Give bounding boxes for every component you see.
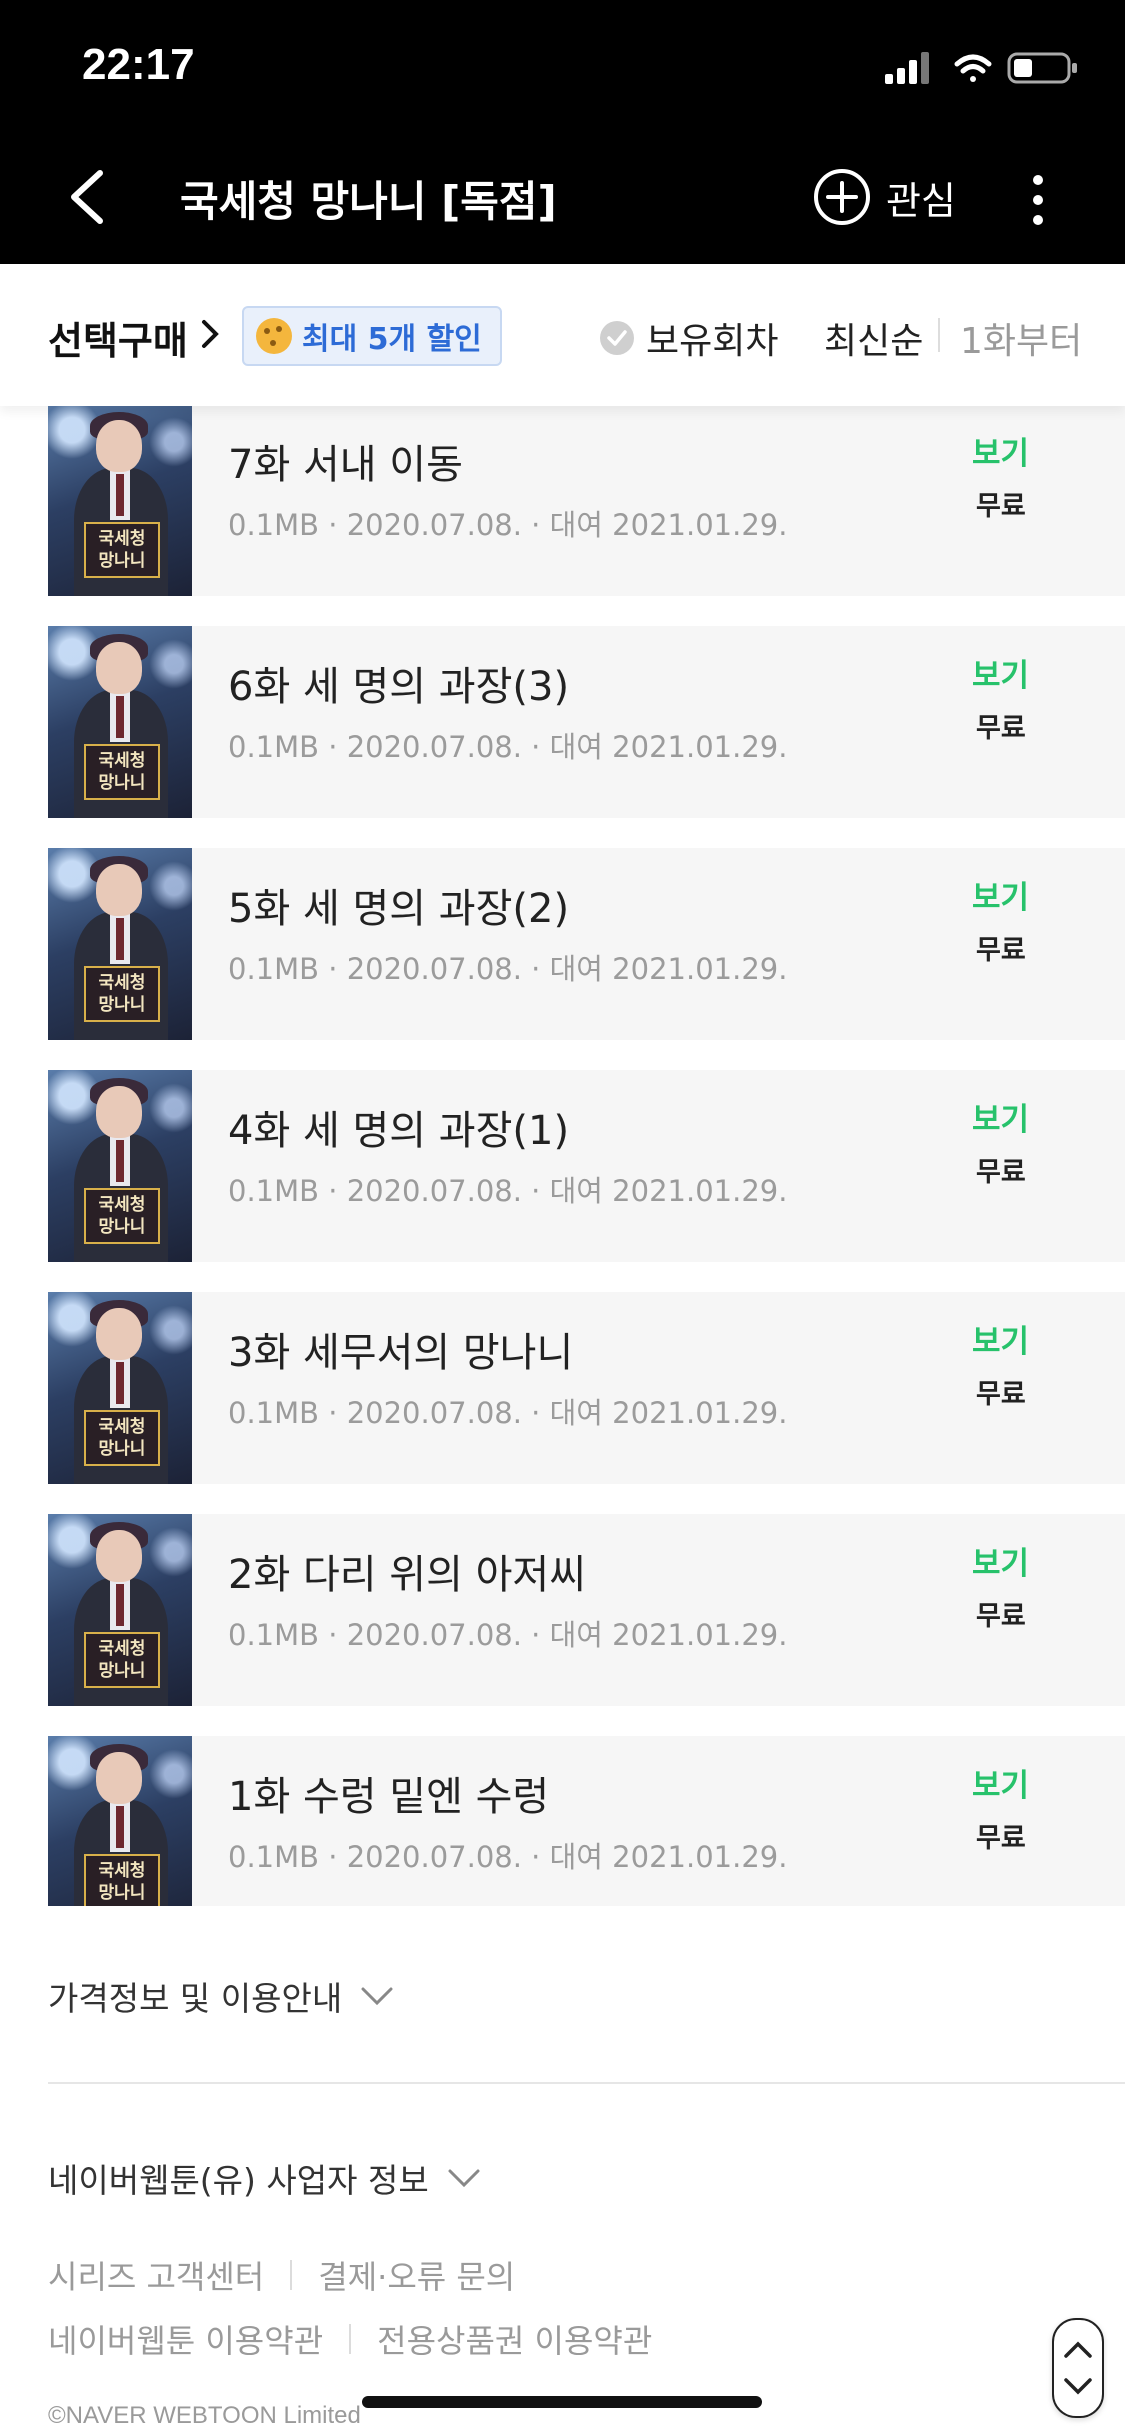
scroll-top-bottom-button[interactable] [1052,2318,1104,2418]
episode-thumbnail: 국세청 망나니 [48,406,192,596]
price-label: 무료 [976,1157,1026,1188]
episode-thumbnail: 국세청 망나니 [48,1070,192,1262]
episode-toolbar: 선택구매 최대 5개 할인 보유회차 최신순 1화부터 [0,264,1125,406]
wifi-icon [954,54,992,82]
view-button[interactable]: 보기 [972,872,1029,917]
link-divider [290,2260,293,2290]
episode-meta: 0.1MB · 2020.07.08. · 대여 2021.01.29. [228,1396,788,1430]
favorite-label: 관심 [886,178,956,223]
sort-latest-button[interactable]: 최신순 [824,312,923,364]
episode-thumbnail: 국세청 망나니 [48,1736,192,1906]
voucher-terms-link[interactable]: 전용상품권 이용약관 [377,2316,652,2362]
episode-row[interactable]: 국세청 망나니 4화 세 명의 과장(1) 0.1MB · 2020.07.08… [48,1070,1125,1262]
price-label: 무료 [976,935,1026,966]
price-label: 무료 [976,1601,1026,1632]
thumbnail-title: 국세청 망나니 [84,744,160,800]
episode-thumbnail: 국세청 망나니 [48,848,192,1040]
status-time: 22:17 [82,40,195,89]
plus-circle-icon [814,169,870,225]
episode-row[interactable]: 국세청 망나니 2화 다리 위의 아저씨 0.1MB · 2020.07.08.… [48,1514,1125,1706]
episode-row[interactable]: 국세청 망나니 5화 세 명의 과장(2) 0.1MB · 2020.07.08… [48,848,1125,1040]
footer-links-row: 시리즈 고객센터 결제·오류 문의 [48,2252,515,2298]
episode-title: 6화 세 명의 과장(3) [228,664,570,710]
terms-link[interactable]: 네이버웹툰 이용약관 [48,2316,323,2362]
episode-title: 7화 서내 이동 [228,442,463,488]
owned-filter-toggle[interactable]: 보유회차 [600,312,778,364]
view-button[interactable]: 보기 [972,1538,1029,1583]
payment-inquiry-link[interactable]: 결제·오류 문의 [318,2252,515,2298]
business-info-label: 네이버웹툰(유) 사업자 정보 [48,2161,429,2200]
chevron-right-icon [202,320,219,348]
price-info-toggle[interactable]: 가격정보 및 이용안내 [48,1972,394,2020]
signal-icon [885,52,929,84]
cookie-icon [256,318,292,354]
discount-badge[interactable]: 최대 5개 할인 [242,306,502,366]
link-divider [349,2324,352,2354]
episode-row[interactable]: 국세청 망나니 1화 수렁 밑엔 수렁 0.1MB · 2020.07.08. … [48,1736,1125,1906]
select-buy-button[interactable]: 선택구매 [48,310,188,365]
owned-filter-label: 보유회차 [646,321,779,362]
customer-center-link[interactable]: 시리즈 고객센터 [48,2252,264,2298]
top-bar: 22:17 국세청 망나니 [독점] 관심 [0,0,1125,264]
chevron-down-icon [448,2169,480,2188]
episode-list: 국세청 망나니 7화 서내 이동 0.1MB · 2020.07.08. · 대… [48,406,1125,1906]
thumbnail-title: 국세청 망나니 [84,1410,160,1466]
footer-links-row: 네이버웹툰 이용약관 전용상품권 이용약관 [48,2316,652,2362]
battery-icon [1007,52,1077,84]
episode-meta: 0.1MB · 2020.07.08. · 대여 2021.01.29. [228,1618,788,1652]
business-info-toggle[interactable]: 네이버웹툰(유) 사업자 정보 [48,2154,481,2202]
view-button[interactable]: 보기 [972,1094,1029,1139]
discount-label: 최대 5개 할인 [302,322,482,357]
home-indicator [362,2396,762,2408]
thumbnail-title: 국세청 망나니 [84,966,160,1022]
episode-title: 3화 세무서의 망나니 [228,1330,574,1376]
view-button[interactable]: 보기 [972,650,1029,695]
episode-title: 2화 다리 위의 아저씨 [228,1552,586,1598]
episode-row[interactable]: 국세청 망나니 3화 세무서의 망나니 0.1MB · 2020.07.08. … [48,1292,1125,1484]
episode-thumbnail: 국세청 망나니 [48,1292,192,1484]
back-arrow-icon [71,170,103,224]
price-info-label: 가격정보 및 이용안내 [48,1979,343,2018]
sort-divider [938,318,940,352]
episode-meta: 0.1MB · 2020.07.08. · 대여 2021.01.29. [228,952,788,986]
footer-divider [48,2082,1125,2084]
episode-thumbnail: 국세청 망나니 [48,1514,192,1706]
thumbnail-title: 국세청 망나니 [84,1632,160,1688]
episode-title: 4화 세 명의 과장(1) [228,1108,570,1154]
thumbnail-title: 국세청 망나니 [84,1854,160,1906]
thumbnail-title: 국세청 망나니 [84,522,160,578]
episode-meta: 0.1MB · 2020.07.08. · 대여 2021.01.29. [228,1840,788,1874]
episode-row[interactable]: 국세청 망나니 7화 서내 이동 0.1MB · 2020.07.08. · 대… [48,406,1125,596]
chevron-down-icon [361,1987,393,2006]
page-title: 국세청 망나니 [독점] [180,177,557,226]
episode-meta: 0.1MB · 2020.07.08. · 대여 2021.01.29. [228,1174,788,1208]
price-label: 무료 [976,491,1026,522]
check-circle-icon [600,321,634,355]
more-menu-button[interactable] [1020,170,1056,230]
back-button[interactable] [60,165,116,229]
episode-title: 5화 세 명의 과장(2) [228,886,570,932]
view-button[interactable]: 보기 [972,428,1029,473]
status-icons [885,48,1085,88]
price-label: 무료 [976,1379,1026,1410]
episode-meta: 0.1MB · 2020.07.08. · 대여 2021.01.29. [228,730,788,764]
more-vertical-icon [1033,175,1043,225]
favorite-button[interactable]: 관심 [812,165,956,229]
view-button[interactable]: 보기 [972,1760,1029,1805]
episode-thumbnail: 국세청 망나니 [48,626,192,818]
view-button[interactable]: 보기 [972,1316,1029,1361]
episode-title: 1화 수렁 밑엔 수렁 [228,1774,550,1820]
episode-meta: 0.1MB · 2020.07.08. · 대여 2021.01.29. [228,508,788,542]
scroll-arrows-icon [1064,2341,1092,2395]
copyright: ©NAVER WEBTOON Limited [48,2402,361,2429]
price-label: 무료 [976,1823,1026,1854]
price-label: 무료 [976,713,1026,744]
thumbnail-title: 국세청 망나니 [84,1188,160,1244]
sort-first-button[interactable]: 1화부터 [960,312,1082,364]
episode-row[interactable]: 국세청 망나니 6화 세 명의 과장(3) 0.1MB · 2020.07.08… [48,626,1125,818]
